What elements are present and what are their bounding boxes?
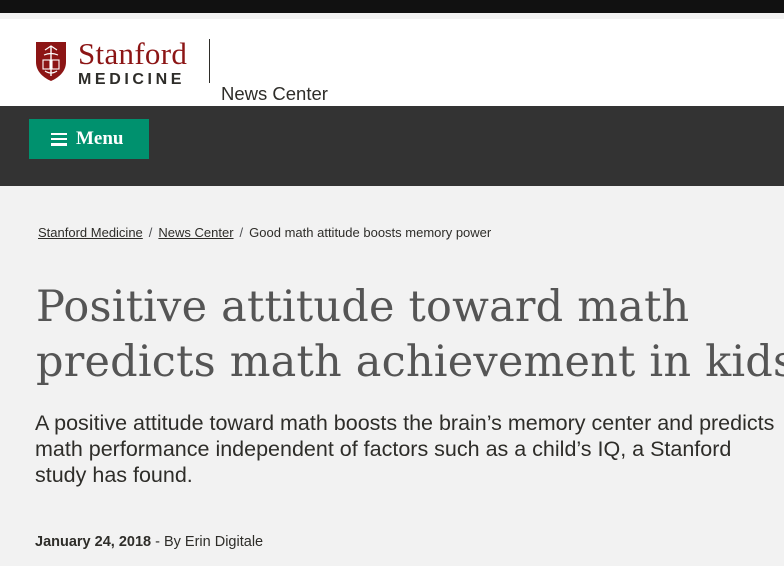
menu-button-label: Menu: [76, 128, 124, 149]
main-nav-bar: Menu: [0, 106, 784, 186]
headline-line-2: predicts math achievement in kids: [36, 337, 784, 387]
breadcrumb-link-stanford-medicine[interactable]: Stanford Medicine: [38, 225, 143, 240]
logo-medicine-text: MEDICINE: [78, 71, 186, 88]
brand-header: Stanford MEDICINE News Center: [0, 19, 784, 106]
hamburger-icon: [51, 132, 67, 146]
breadcrumb-current: Good math attitude boosts memory power: [249, 225, 492, 240]
breadcrumb-link-news-center[interactable]: News Center: [158, 225, 233, 240]
logo-divider: [209, 39, 210, 83]
article-headline: Positive attitude toward math predicts m…: [36, 280, 784, 390]
article-author: - By Erin Digitale: [151, 534, 264, 550]
breadcrumb-separator: /: [148, 225, 153, 240]
breadcrumb: Stanford Medicine / News Center / Good math …: [38, 225, 491, 240]
top-black-bar: [0, 0, 784, 13]
stanford-medicine-logo[interactable]: Stanford MEDICINE: [34, 36, 188, 90]
article-dek: A positive attitude toward math boosts t…: [35, 411, 775, 487]
stanford-shield-icon: [36, 42, 66, 81]
news-center-link[interactable]: News Center: [221, 83, 328, 105]
headline-line-1: Positive attitude toward math: [36, 282, 690, 332]
menu-button[interactable]: Menu: [29, 119, 149, 159]
logo-stanford-text: Stanford: [78, 36, 188, 71]
article-byline: January 24, 2018 - By Erin Digitale: [35, 534, 263, 550]
breadcrumb-separator: /: [239, 225, 244, 240]
article-date: January 24, 2018: [35, 534, 152, 550]
logo-wordmark: Stanford MEDICINE: [78, 36, 188, 90]
